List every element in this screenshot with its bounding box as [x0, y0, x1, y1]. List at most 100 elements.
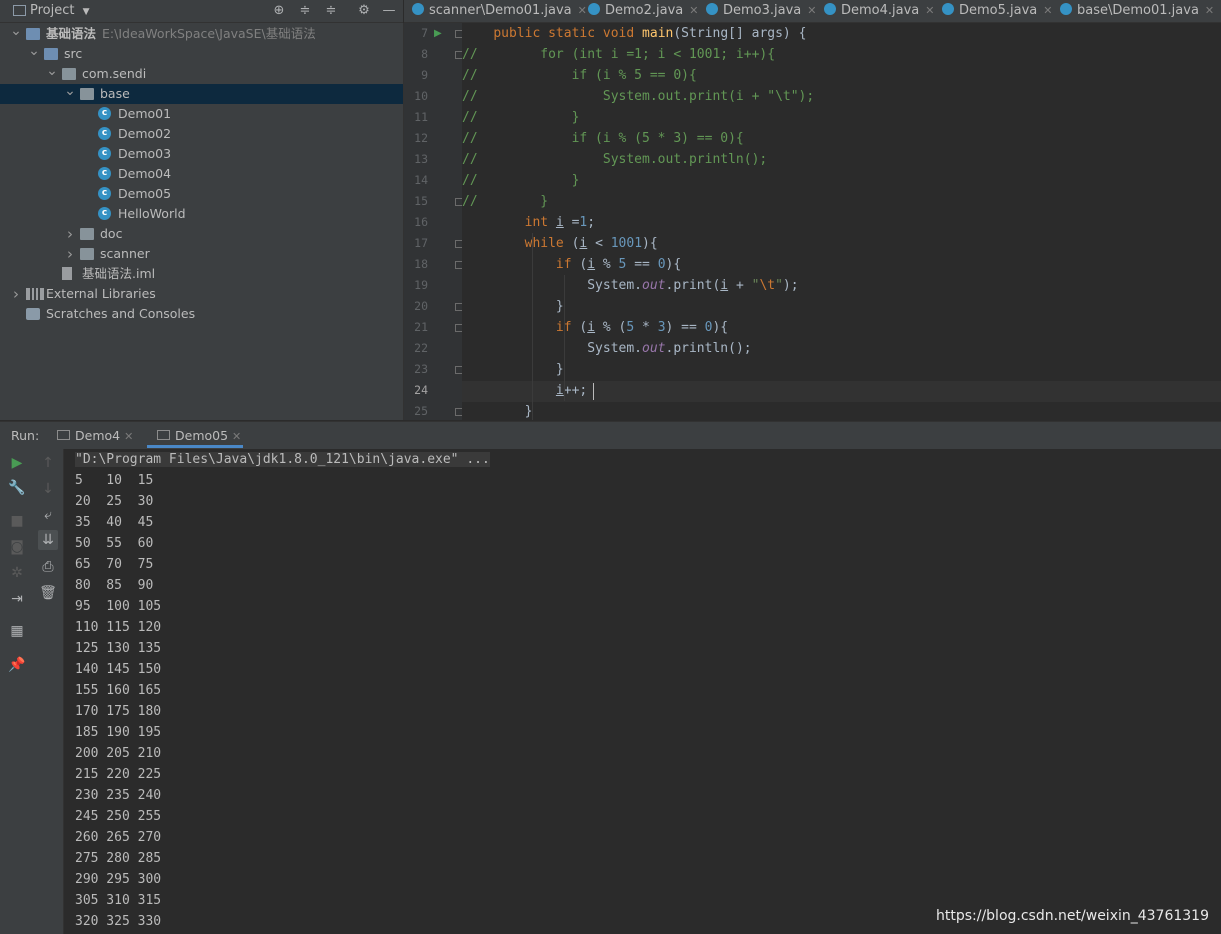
chevron-right-icon[interactable]: › [64, 224, 76, 244]
line-number: 23 [414, 362, 428, 376]
expand-all-icon[interactable]: ≑ [296, 2, 314, 20]
tree-item[interactable]: c Demo05 [0, 184, 403, 204]
editor-tab[interactable]: Demo4.java ✕ [824, 0, 935, 22]
code-line: public static void main(String[] args) { [493, 26, 807, 41]
line-number: 18 [414, 257, 428, 271]
project-view-icon [13, 5, 26, 16]
pin-icon[interactable]: 📌 [7, 655, 27, 675]
java-class-icon: c [98, 147, 111, 160]
tree-item[interactable]: c Demo04 [0, 164, 403, 184]
line-number: 9 [421, 68, 428, 82]
close-icon[interactable]: ✕ [689, 4, 698, 17]
chevron-down-icon: ▼ [82, 7, 90, 17]
editor-tab-bar: scanner\Demo01.java ✕ Demo2.java ✕ Demo3.jav… [404, 0, 1221, 23]
chevron-down-icon[interactable]: ⌄ [28, 41, 40, 61]
editor-tab[interactable]: Demo5.java ✕ [942, 0, 1053, 22]
console-line: 215 220 225 [75, 767, 162, 782]
code-line: } [462, 299, 564, 314]
line-number: 8 [421, 47, 428, 61]
tree-item[interactable]: c Demo02 [0, 124, 403, 144]
console-line: 275 280 285 [75, 851, 162, 866]
editor-tab[interactable]: base\Demo01.java ✕ [1060, 0, 1214, 22]
console-output[interactable]: "D:\Program Files\Java\jdk1.8.0_121\bin\… [64, 449, 1221, 934]
package-icon [80, 248, 94, 260]
collapse-all-icon[interactable]: ≑ [322, 2, 340, 20]
down-arrow-icon[interactable]: ↓ [38, 479, 58, 499]
print-icon[interactable]: ⎙ [38, 557, 58, 577]
project-view-selector[interactable]: Project ▼ [30, 3, 90, 18]
console-line: 95 100 105 [75, 599, 162, 614]
tree-item[interactable]: › scanner [0, 244, 403, 264]
camera-icon[interactable]: ◙ [7, 537, 27, 557]
locate-file-icon[interactable]: ⊕ [270, 2, 288, 20]
tree-item[interactable]: Scratches and Consoles [0, 304, 403, 324]
run-tab-demo4[interactable]: Demo4 ✕ [75, 428, 133, 443]
tree-item[interactable]: ⌄ 基础语法 E:\IdeaWorkSpace\JavaSE\基础语法 [0, 21, 403, 44]
close-icon[interactable]: ✕ [807, 4, 816, 17]
console-line: 65 70 75 [75, 557, 154, 572]
scroll-to-end-icon[interactable]: ⇊ [38, 530, 58, 550]
tree-item[interactable]: c HelloWorld [0, 204, 403, 224]
editor-tab-label: Demo5.java [959, 3, 1038, 18]
editor-tab[interactable]: Demo3.java ✕ [706, 0, 817, 22]
chevron-down-icon[interactable]: ⌄ [10, 21, 22, 41]
tree-item-label: Demo05 [118, 186, 172, 201]
text-caret [593, 383, 594, 400]
close-icon[interactable]: ✕ [232, 430, 241, 443]
java-class-icon [588, 3, 600, 15]
run-config-icon [57, 430, 70, 440]
tree-item-label: External Libraries [46, 286, 156, 301]
settings-disabled-icon[interactable]: ✲ [7, 563, 27, 583]
code-editor[interactable]: public static void main(String[] args) {… [462, 23, 1221, 420]
exit-icon[interactable]: ⇥ [7, 589, 27, 609]
close-icon[interactable]: ✕ [124, 430, 133, 443]
line-number: 12 [414, 131, 428, 145]
close-icon[interactable]: ✕ [925, 4, 934, 17]
console-line: 50 55 60 [75, 536, 154, 551]
tree-item[interactable]: c Demo01 [0, 104, 403, 124]
tree-item[interactable]: › External Libraries [0, 284, 403, 304]
code-line: // } [462, 173, 580, 188]
chevron-right-icon[interactable]: › [64, 244, 76, 264]
tree-item[interactable]: 基础语法.iml [0, 264, 403, 284]
tree-item[interactable]: ⌄ base [0, 81, 403, 104]
code-line: System.out.println(); [462, 341, 752, 356]
stop-icon[interactable]: ■ [7, 511, 27, 531]
gear-icon[interactable]: ⚙ [355, 2, 373, 20]
java-class-icon [412, 3, 424, 15]
tree-item[interactable]: c Demo03 [0, 144, 403, 164]
tree-item[interactable]: › doc [0, 224, 403, 244]
wrench-icon[interactable]: 🔧 [7, 478, 27, 498]
close-icon[interactable]: ✕ [1205, 4, 1214, 17]
console-line: 170 175 180 [75, 704, 162, 719]
tree-item-label: 基础语法 [46, 26, 97, 41]
chevron-down-icon[interactable]: ⌄ [64, 81, 76, 101]
run-label: Run: [11, 428, 40, 443]
console-line: 260 265 270 [75, 830, 162, 845]
console-line: 110 115 120 [75, 620, 162, 635]
run-gutter-icon[interactable]: ▶ [434, 28, 442, 39]
chevron-down-icon[interactable]: ⌄ [46, 61, 58, 81]
java-class-icon [824, 3, 836, 15]
hide-panel-icon[interactable]: — [380, 2, 398, 20]
layout-icon[interactable]: ▦ [7, 621, 27, 641]
tree-item[interactable]: ⌄ src [0, 41, 403, 64]
editor-tab[interactable]: scanner\Demo01.java ✕ [412, 0, 587, 22]
console-line: 125 130 135 [75, 641, 162, 656]
close-icon[interactable]: ✕ [578, 4, 587, 17]
chevron-right-icon[interactable]: › [10, 284, 22, 304]
java-class-icon: c [98, 207, 111, 220]
close-icon[interactable]: ✕ [1043, 4, 1052, 17]
up-arrow-icon[interactable]: ↑ [38, 453, 58, 473]
package-icon [80, 88, 94, 100]
trash-icon[interactable]: 🗑 [38, 583, 58, 603]
run-tab-demo05[interactable]: Demo05 ✕ [175, 428, 241, 443]
package-icon [80, 228, 94, 240]
soft-wrap-icon[interactable]: ⤶ [38, 505, 58, 525]
project-panel-header: Project ▼ ⊕ ≑ ≑ ⚙ — [0, 0, 403, 23]
tree-item[interactable]: ⌄ com.sendi [0, 61, 403, 84]
rerun-icon[interactable]: ▶ [7, 453, 27, 473]
editor-tab-label: Demo3.java [723, 3, 802, 18]
editor-tab[interactable]: Demo2.java ✕ [588, 0, 699, 22]
java-class-icon [1060, 3, 1072, 15]
